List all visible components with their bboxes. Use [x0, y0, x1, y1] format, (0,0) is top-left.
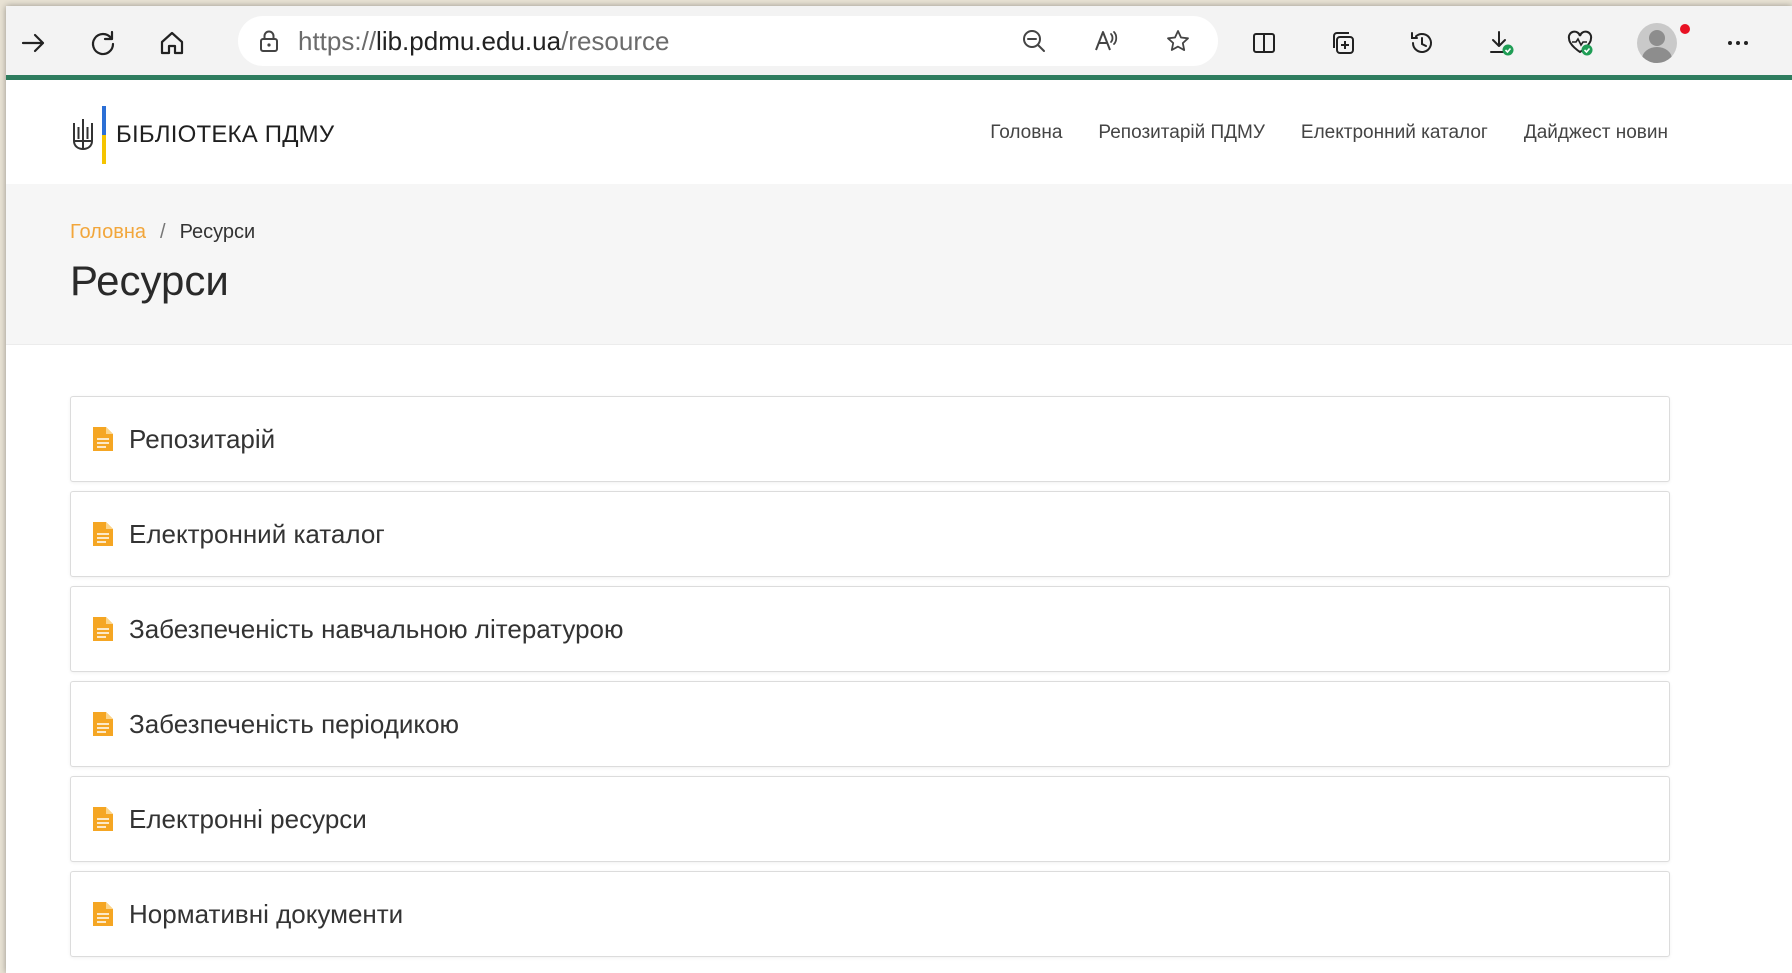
document-icon — [93, 427, 113, 451]
split-screen-button[interactable] — [1242, 21, 1286, 65]
document-icon — [93, 617, 113, 641]
read-aloud-button[interactable] — [1084, 19, 1128, 63]
breadcrumb-separator: / — [160, 221, 166, 243]
breadcrumb-home[interactable]: Головна — [70, 221, 146, 243]
refresh-button[interactable] — [81, 21, 125, 65]
notification-dot — [1680, 24, 1690, 34]
resource-label: Репозитарій — [129, 423, 276, 454]
url-path: /resource — [561, 25, 670, 56]
arrow-right-icon — [21, 33, 45, 53]
history-button[interactable] — [1400, 21, 1444, 65]
lock-icon[interactable] — [256, 28, 282, 54]
url-host: lib.pdmu.edu.ua — [376, 25, 562, 56]
downloads-button[interactable] — [1479, 21, 1523, 65]
forward-button[interactable] — [12, 21, 56, 65]
refresh-icon — [91, 30, 115, 56]
url-text[interactable]: https://lib.pdmu.edu.ua/resource — [298, 26, 984, 57]
resource-label: Нормативні документи — [129, 898, 404, 929]
site-logo[interactable]: БІБЛІОТЕКА ПДМУ — [70, 106, 334, 164]
nav-catalog[interactable]: Електронний каталог — [1301, 122, 1488, 144]
document-icon — [93, 902, 113, 926]
split-screen-icon — [1253, 33, 1275, 53]
favorite-button[interactable] — [1156, 19, 1200, 63]
page-title: Ресурси — [70, 257, 229, 304]
resource-label: Забезпеченість періодикою — [129, 708, 460, 739]
zoom-out-icon — [1023, 30, 1045, 52]
star-icon — [1167, 30, 1189, 51]
resource-item-regulations[interactable]: Нормативні документи — [70, 871, 1670, 957]
download-icon — [1490, 31, 1514, 56]
history-icon — [1411, 32, 1432, 53]
home-button[interactable] — [150, 21, 194, 65]
collections-icon — [1333, 32, 1354, 54]
document-icon — [93, 712, 113, 736]
flag-bar — [102, 106, 106, 164]
document-icon — [93, 522, 113, 546]
resource-item-periodicals[interactable]: Забезпеченість періодикою — [70, 681, 1670, 767]
resource-item-electronic[interactable]: Електронні ресурси — [70, 776, 1670, 862]
nav-news-digest[interactable]: Дайджест новин — [1524, 122, 1668, 144]
breadcrumb: Головна / Ресурси — [70, 221, 255, 244]
site-header: БІБЛІОТЕКА ПДМУ Головна Репозитарій ПДМУ… — [6, 80, 1792, 184]
breadcrumb-current: Ресурси — [179, 221, 256, 243]
logo-text: БІБЛІОТЕКА ПДМУ — [116, 121, 335, 148]
resource-label: Електронний каталог — [129, 518, 385, 549]
resource-list: Репозитарій Електронний каталог Забезпеч… — [70, 396, 1670, 966]
main-nav: Головна Репозитарій ПДМУ Електронний кат… — [954, 122, 1668, 144]
resource-item-repository[interactable]: Репозитарій — [70, 396, 1670, 482]
nav-home[interactable]: Головна — [990, 122, 1062, 144]
profile-avatar[interactable] — [1637, 23, 1677, 63]
browser-window: https://lib.pdmu.edu.ua/resource БІБЛІОТ… — [6, 6, 1792, 973]
trident-icon — [73, 119, 93, 151]
document-icon — [93, 807, 113, 831]
resource-item-textbooks[interactable]: Забезпеченість навчальною літературою — [70, 586, 1670, 672]
zoom-button[interactable] — [1012, 19, 1056, 63]
nav-repository[interactable]: Репозитарій ПДМУ — [1098, 122, 1265, 144]
url-protocol: https:// — [298, 25, 377, 56]
address-bar[interactable]: https://lib.pdmu.edu.ua/resource — [238, 16, 1218, 66]
browser-toolbar: https://lib.pdmu.edu.ua/resource — [6, 6, 1792, 80]
browser-essentials-button[interactable] — [1558, 21, 1602, 65]
resource-label: Електронні ресурси — [129, 803, 367, 834]
heart-pulse-icon — [1567, 30, 1593, 56]
resource-label: Забезпеченість навчальною літературою — [129, 613, 624, 644]
home-icon — [160, 31, 184, 55]
resource-item-catalog[interactable]: Електронний каталог — [70, 491, 1670, 577]
read-aloud-icon — [1095, 31, 1118, 51]
more-options-button[interactable] — [1716, 21, 1760, 65]
more-dots-icon — [1728, 41, 1748, 45]
page-title-area: Головна / Ресурси Ресурси — [6, 184, 1792, 345]
collections-button[interactable] — [1321, 21, 1365, 65]
